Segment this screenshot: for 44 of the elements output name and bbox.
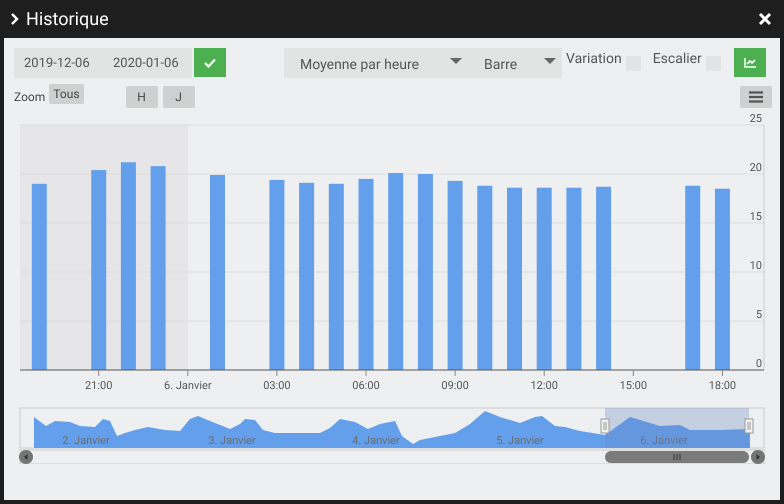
range-handle[interactable] bbox=[600, 418, 610, 434]
axis-label: 18:00 bbox=[708, 379, 736, 390]
menu-button[interactable] bbox=[740, 86, 772, 108]
option-label: Escalier bbox=[652, 51, 702, 69]
navigator-label: 6. Janvier bbox=[640, 434, 688, 447]
scroll-right-button[interactable] bbox=[751, 450, 765, 464]
axis-label: 12:00 bbox=[530, 379, 558, 390]
zoom-button[interactable]: J bbox=[162, 86, 195, 108]
axis-label: 21:00 bbox=[85, 379, 112, 390]
option-label: Variation bbox=[566, 51, 622, 69]
zoom-button[interactable]: H bbox=[126, 86, 158, 108]
axis-label: 09:00 bbox=[441, 379, 469, 390]
aggregation-select[interactable]: Moyenne par heure bbox=[284, 52, 450, 78]
navigator-label: 2. Janvier bbox=[62, 434, 110, 447]
chevron-icon bbox=[10, 13, 20, 25]
axis-label: 06:00 bbox=[352, 379, 380, 390]
axis-label: 20 bbox=[750, 161, 762, 174]
apply-button[interactable] bbox=[194, 48, 226, 77]
close-icon[interactable] bbox=[758, 12, 772, 26]
navigator-label: 5. Janvier bbox=[496, 434, 544, 447]
zoom-label: Zoom bbox=[14, 90, 46, 104]
scroll-left-button[interactable] bbox=[19, 450, 33, 464]
navigator-label: 4. Janvier bbox=[352, 434, 400, 447]
chart-type-select[interactable]: Barre bbox=[468, 52, 544, 78]
axis-label: 15 bbox=[750, 210, 762, 223]
axis-label: 15:00 bbox=[620, 379, 648, 390]
axis-label: 03:00 bbox=[263, 379, 291, 390]
axis-label: 10 bbox=[750, 259, 762, 272]
dropdown-arrow-icon bbox=[544, 58, 556, 64]
window-title: Historique bbox=[26, 8, 110, 30]
menu-icon bbox=[748, 91, 764, 103]
navigator-label: 3. Janvier bbox=[208, 434, 256, 447]
axis-label: 5 bbox=[756, 308, 762, 321]
check-icon bbox=[204, 58, 216, 68]
axis-label: 6. Janvier bbox=[164, 379, 212, 390]
axis-label: 25 bbox=[750, 112, 762, 125]
line-chart-icon bbox=[744, 57, 756, 68]
date-range-field[interactable]: 2019-12-06 2020-01-06 bbox=[14, 48, 192, 78]
dropdown-arrow-icon bbox=[450, 58, 462, 64]
zoom-button[interactable]: Tous bbox=[49, 84, 84, 104]
range-handle[interactable] bbox=[744, 418, 754, 434]
chart-button[interactable] bbox=[734, 48, 766, 77]
scrollbar-thumb[interactable] bbox=[605, 451, 749, 463]
axis-label: 0 bbox=[756, 357, 762, 370]
